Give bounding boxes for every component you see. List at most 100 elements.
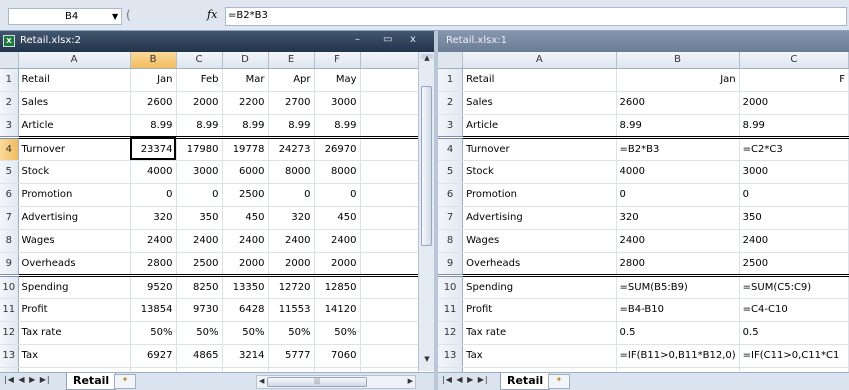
cell[interactable]: 2500 (739, 252, 849, 277)
insert-sheet-icon[interactable]: ✦ (548, 374, 570, 389)
cell[interactable]: Feb (176, 68, 223, 92)
row-header[interactable]: 6 (438, 183, 464, 207)
row-header[interactable]: 9 (0, 252, 19, 277)
cell[interactable] (360, 114, 419, 139)
close-icon[interactable]: x (410, 34, 416, 45)
cell[interactable]: 5777 (268, 344, 315, 368)
cell[interactable]: Retail (462, 68, 617, 92)
cell[interactable]: Stock (462, 160, 617, 184)
cell[interactable]: 0.5 (616, 321, 740, 345)
cell[interactable]: 50% (176, 321, 223, 345)
cell[interactable] (360, 183, 419, 207)
cell[interactable] (360, 160, 419, 184)
scroll-left-icon[interactable]: ◀ (259, 377, 264, 385)
cell[interactable]: 13854 (130, 298, 177, 322)
cell[interactable]: 320 (616, 206, 740, 230)
cell[interactable]: 2400 (176, 229, 223, 253)
cell[interactable]: 26970 (314, 137, 361, 161)
row-header[interactable]: 12 (0, 321, 19, 345)
column-header-e[interactable]: E (268, 52, 315, 69)
cell[interactable]: 0 (739, 183, 849, 207)
cell[interactable]: 2000 (176, 91, 223, 115)
cell[interactable]: 450 (222, 206, 269, 230)
cell[interactable]: 2500 (176, 252, 223, 277)
cell[interactable]: 2800 (130, 252, 177, 277)
cell[interactable]: 8.99 (176, 114, 223, 139)
column-header-c[interactable]: C (739, 52, 849, 69)
scroll-up-icon[interactable]: ▲ (420, 54, 434, 68)
cell[interactable]: 2400 (130, 229, 177, 253)
cell[interactable]: 50% (268, 321, 315, 345)
cell[interactable]: 11553 (268, 298, 315, 322)
cell[interactable]: 6428 (222, 298, 269, 322)
row-header[interactable]: 12 (438, 321, 464, 345)
cell[interactable] (360, 275, 419, 299)
formula-input[interactable]: =B2*B3 (225, 7, 847, 26)
cell[interactable]: May (314, 68, 361, 92)
cell[interactable]: 0.5 (739, 321, 849, 345)
cell[interactable]: 350 (739, 206, 849, 230)
row-header[interactable]: 7 (438, 206, 464, 230)
cell[interactable]: Tax (462, 344, 617, 368)
cell[interactable]: 2000 (222, 252, 269, 277)
cell[interactable]: Retail (18, 68, 131, 92)
row-header[interactable]: 1 (0, 68, 19, 92)
row-header[interactable]: 2 (0, 91, 19, 115)
cell[interactable]: Sales (18, 91, 131, 115)
cell[interactable]: 2600 (616, 91, 740, 115)
cell[interactable]: 50% (130, 321, 177, 345)
cell[interactable] (360, 68, 419, 92)
cell[interactable]: 320 (130, 206, 177, 230)
row-header[interactable]: 9 (438, 252, 464, 277)
row-header[interactable]: 13 (0, 344, 19, 368)
column-header-f[interactable]: F (314, 52, 361, 69)
row-header[interactable]: 2 (438, 91, 464, 115)
cell[interactable]: 8.99 (268, 114, 315, 139)
cell[interactable] (360, 137, 419, 161)
cell[interactable]: Tax (18, 344, 131, 368)
cell[interactable]: 2400 (739, 229, 849, 253)
window-title-bar[interactable]: Retail.xlsx:1 (438, 31, 849, 52)
cell[interactable] (360, 298, 419, 322)
row-header[interactable]: 3 (438, 114, 464, 139)
cell[interactable]: =IF(C11>0,C11*C1 (739, 344, 849, 368)
cell[interactable]: 4000 (130, 160, 177, 184)
cell[interactable]: 2700 (268, 91, 315, 115)
cell[interactable]: 450 (314, 206, 361, 230)
cell[interactable]: 320 (268, 206, 315, 230)
cell[interactable]: =SUM(B5:B9) (616, 275, 740, 299)
cell[interactable]: Promotion (18, 183, 131, 207)
sheet-navigation-icons[interactable]: |◀ ◀ ▶ ▶| (4, 375, 51, 384)
cell[interactable]: 350 (176, 206, 223, 230)
cell[interactable]: 8.99 (222, 114, 269, 139)
row-header[interactable]: 10 (0, 275, 19, 299)
row-header[interactable]: 1 (438, 68, 464, 92)
cell[interactable]: Spending (18, 275, 131, 299)
insert-function-icon[interactable]: fx (207, 8, 217, 21)
row-header[interactable]: 4 (0, 137, 19, 161)
scroll-right-icon[interactable]: ▶ (408, 377, 413, 385)
cell[interactable]: 3000 (739, 160, 849, 184)
cell[interactable]: 9520 (130, 275, 177, 299)
cell[interactable]: Tax rate (18, 321, 131, 345)
row-header[interactable]: 4 (438, 137, 464, 161)
cell[interactable]: 23374 (130, 137, 177, 161)
row-header[interactable]: 10 (438, 275, 464, 299)
cell[interactable]: 24273 (268, 137, 315, 161)
cell[interactable]: Apr (268, 68, 315, 92)
cell[interactable]: 0 (176, 183, 223, 207)
cell[interactable]: 19778 (222, 137, 269, 161)
cell[interactable]: 8.99 (616, 114, 740, 139)
cell[interactable]: Overheads (18, 252, 131, 277)
row-header[interactable]: 3 (0, 114, 19, 139)
chevron-down-icon[interactable]: ▼ (112, 12, 118, 21)
cell[interactable]: 2600 (130, 91, 177, 115)
window-title-bar[interactable]: X Retail.xlsx:2 – ▭ x (0, 31, 434, 52)
row-header[interactable]: 8 (438, 229, 464, 253)
vertical-scrollbar[interactable]: ▲ ▼ (418, 52, 434, 371)
cell[interactable] (360, 344, 419, 368)
cell[interactable]: 9730 (176, 298, 223, 322)
cell[interactable]: 2000 (314, 252, 361, 277)
cell[interactable]: Tax rate (462, 321, 617, 345)
cell[interactable]: Profit (462, 298, 617, 322)
